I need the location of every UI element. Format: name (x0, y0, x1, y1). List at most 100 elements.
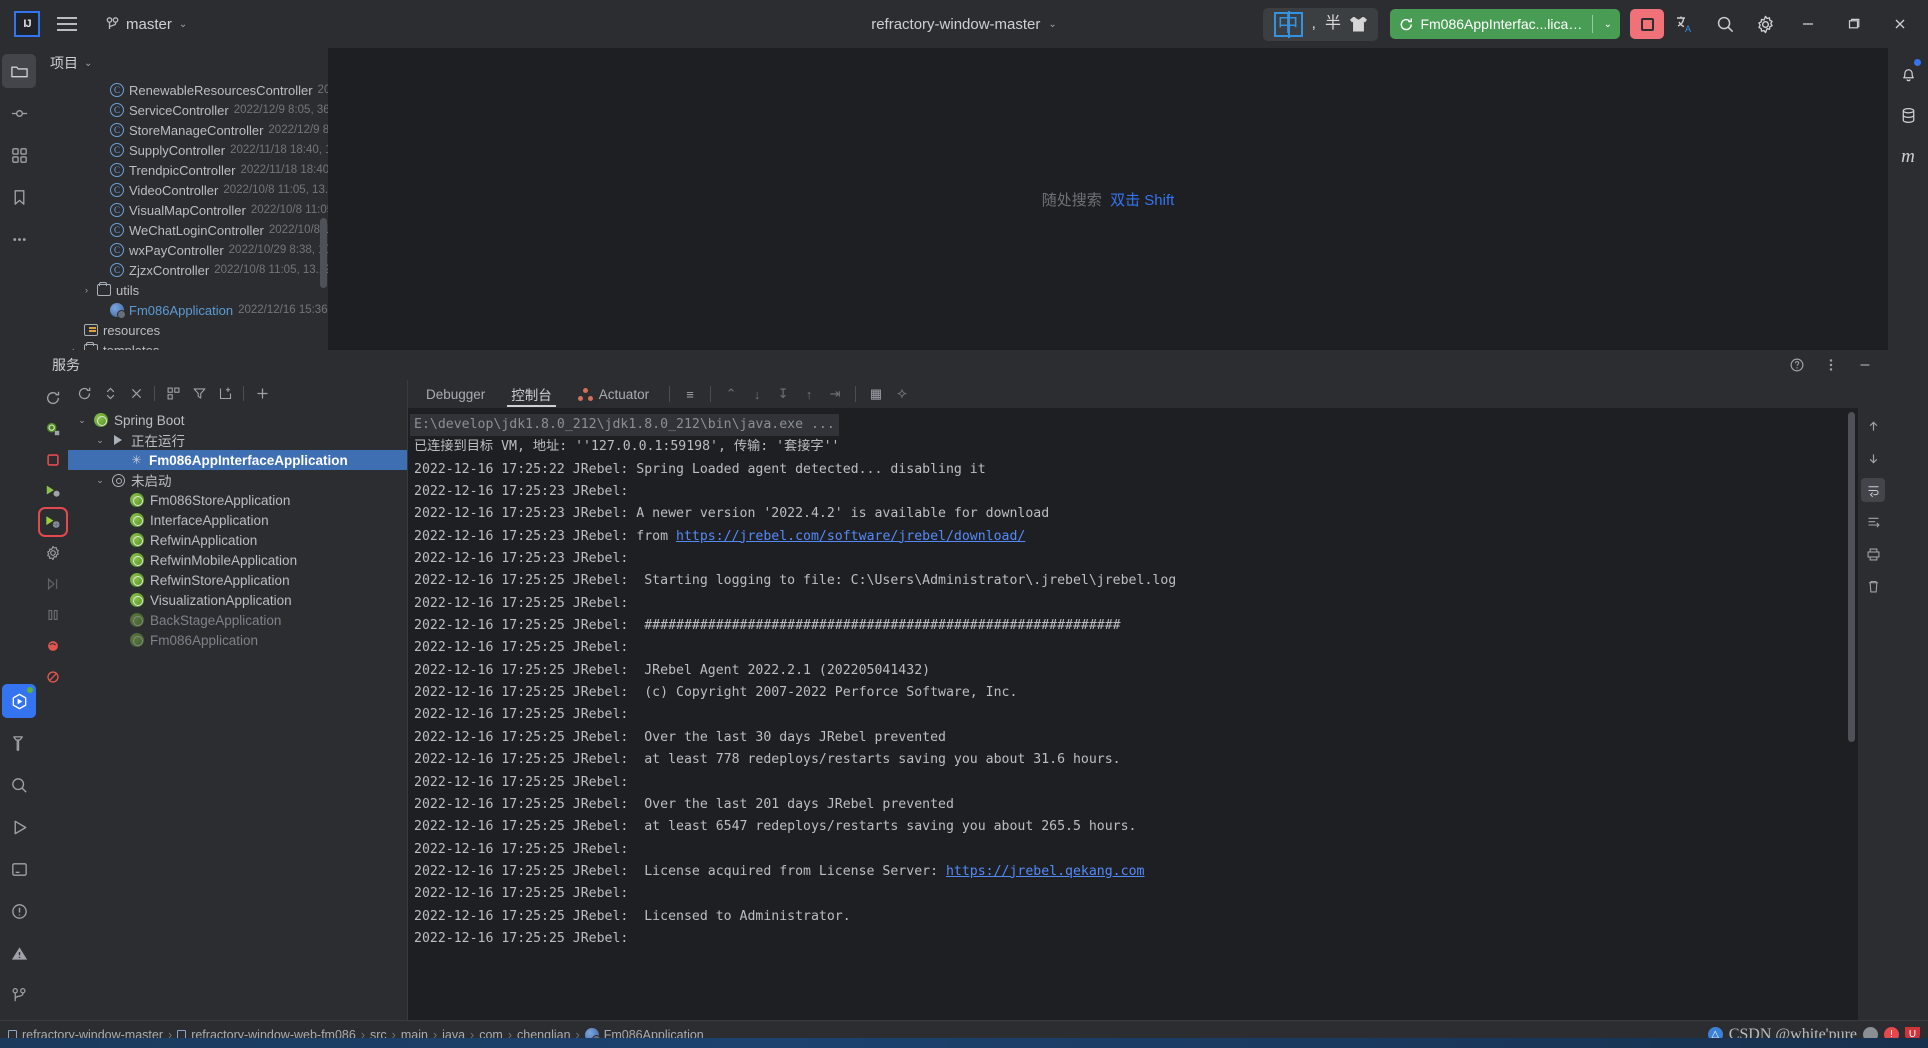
main-menu-icon[interactable] (50, 7, 84, 41)
console-tab[interactable]: Debugger (414, 381, 497, 407)
add-icon[interactable] (250, 382, 274, 404)
menu-icon[interactable]: ≡ (678, 382, 702, 406)
chevron-right-icon[interactable] (94, 125, 105, 136)
search-icon[interactable] (1706, 5, 1744, 43)
ime-halfwidth-icon[interactable]: 半 (1325, 16, 1341, 32)
console-tab[interactable]: Actuator (566, 381, 661, 407)
sidebar-item-git[interactable] (2, 978, 36, 1012)
bean-icon[interactable] (41, 634, 65, 658)
chevron-right-icon[interactable] (94, 105, 105, 116)
services-tree-item[interactable]: VisualizationApplication (68, 590, 407, 610)
project-tree-item[interactable]: CwxPayController 2022/10/29 8:38, 10.9 kB (38, 240, 328, 260)
chevron-down-icon[interactable]: ⌄ (94, 435, 106, 446)
services-tree-item[interactable]: BackStageApplication (68, 610, 407, 630)
project-tree-item[interactable]: C VideoController 2022/10/8 11:05, 13.77 k… (38, 180, 328, 200)
project-tree-item[interactable]: C ServiceController 2022/12/9 8:05, 36.83 … (38, 100, 328, 120)
project-tree-item[interactable]: C RenewableResourcesController 2022/1 (38, 80, 328, 100)
run-to-cursor-icon[interactable]: ⇥ (823, 382, 847, 406)
scroll-down-icon[interactable] (1861, 446, 1885, 470)
new-tab-icon[interactable] (213, 382, 237, 404)
evaluate-icon[interactable]: ▦ (864, 382, 888, 406)
chevron-right-icon[interactable]: › (68, 345, 79, 350)
sidebar-item-commit[interactable] (2, 96, 36, 130)
intellij-logo-icon[interactable]: IJ (14, 11, 40, 37)
sidebar-item-problems[interactable] (2, 894, 36, 928)
sidebar-item-terminal[interactable] (2, 852, 36, 886)
project-tree-item[interactable]: C ZjzxController 2022/10/8 11:05, 13.19 kB (38, 260, 328, 280)
services-tree-item[interactable]: ⌄ 正在运行 (68, 430, 407, 450)
chevron-right-icon[interactable] (94, 185, 105, 196)
chevron-right-icon[interactable] (94, 85, 105, 96)
chevron-right-icon[interactable] (94, 205, 105, 216)
chevron-right-icon[interactable]: › (81, 285, 92, 296)
jrebel-debug-icon[interactable] (38, 507, 68, 537)
sidebar-item-warnings[interactable] (2, 936, 36, 970)
console-scrollbar[interactable] (1845, 408, 1858, 1020)
services-tree-item[interactable]: RefwinStoreApplication (68, 570, 407, 590)
group-icon[interactable] (161, 382, 185, 404)
stop-icon[interactable] (41, 448, 65, 472)
pause-icon[interactable] (41, 603, 65, 627)
chevron-right-icon[interactable] (94, 245, 105, 256)
notifications-icon[interactable] (1891, 56, 1925, 90)
chevron-right-icon[interactable] (94, 225, 105, 236)
sidebar-item-bookmarks[interactable] (2, 180, 36, 214)
minimize-panel-icon[interactable] (1852, 353, 1878, 377)
chevron-right-icon[interactable] (94, 145, 105, 156)
sidebar-item-project[interactable] (2, 54, 36, 88)
services-tree-item[interactable]: RefwinApplication (68, 530, 407, 550)
ime-skin-icon[interactable] (1350, 16, 1367, 32)
services-tree-item[interactable]: Fm086Application (68, 630, 407, 650)
sidebar-item-services[interactable] (2, 684, 36, 718)
maximize-button[interactable] (1832, 2, 1876, 46)
project-tree-item[interactable]: C StoreManageController 2022/12/9 8:05, (38, 120, 328, 140)
services-tree[interactable]: ⌄ Spring Boot ⌄ 正在运行 ✳ Fm086AppInterfaceAppli… (68, 406, 407, 1020)
rerun-icon[interactable] (41, 386, 65, 410)
ime-floating-bar[interactable]: 中 , 半 (1262, 7, 1378, 41)
services-tree-item[interactable]: ✳ Fm086AppInterfaceApplication (68, 450, 407, 470)
chevron-right-icon[interactable] (94, 165, 105, 176)
step-over-icon[interactable] (41, 572, 65, 596)
chevron-down-icon[interactable]: ⌄ (76, 415, 88, 426)
scroll-to-end-icon[interactable] (1861, 510, 1885, 534)
scroll-up-icon[interactable] (1861, 414, 1885, 438)
disable-icon[interactable] (41, 665, 65, 689)
sidebar-item-run[interactable] (2, 810, 36, 844)
filter-icon[interactable] (187, 382, 211, 404)
ime-chinese-icon[interactable]: 中 (1273, 10, 1303, 38)
soft-wrap-icon[interactable] (1861, 478, 1885, 502)
services-tree-item[interactable]: ⌄ Spring Boot (68, 410, 407, 430)
settings-icon[interactable] (41, 541, 65, 565)
options-icon[interactable] (1818, 353, 1844, 377)
help-icon[interactable] (1784, 353, 1810, 377)
project-tree-item[interactable]: C VisualMapController 2022/10/8 11:05, 70. (38, 200, 328, 220)
project-tree-item[interactable]: › utils (38, 280, 328, 300)
close-button[interactable] (1878, 2, 1922, 46)
refresh-icon[interactable] (72, 382, 96, 404)
services-tree-item[interactable]: RefwinMobileApplication (68, 550, 407, 570)
project-tree-item[interactable]: Fm086Application 2022/12/16 15:36, 1.22 k… (38, 300, 328, 320)
chevron-down-icon[interactable]: ⌄ (1600, 19, 1616, 30)
console-tab[interactable]: 控制台 (499, 381, 564, 407)
rerun-soft-icon[interactable]: ⌃ (719, 382, 743, 406)
settings-icon[interactable] (1746, 5, 1784, 43)
console-scrollbar-thumb[interactable] (1848, 412, 1855, 742)
sidebar-item-structure[interactable] (2, 138, 36, 172)
chevron-down-icon[interactable]: ⌄ (94, 475, 106, 486)
project-scrollbar-thumb[interactable] (320, 218, 327, 288)
step-into-icon[interactable]: ↓ (745, 382, 769, 406)
debug-icon[interactable] (41, 479, 65, 503)
project-panel-header[interactable]: 项目 ⌄ (38, 48, 328, 78)
sidebar-item-build[interactable] (2, 726, 36, 760)
git-branch-selector[interactable]: master ⌄ (98, 12, 195, 37)
services-tree-item[interactable]: ⌄ 未启动 (68, 470, 407, 490)
print-icon[interactable] (1861, 542, 1885, 566)
step-out-icon[interactable]: ↑ (797, 382, 821, 406)
close-icon[interactable] (124, 382, 148, 404)
console-link[interactable]: https://jrebel.com/software/jrebel/downl… (676, 529, 1025, 544)
maven-icon[interactable]: m (1891, 140, 1925, 174)
services-tree-item[interactable]: InterfaceApplication (68, 510, 407, 530)
sidebar-item-more[interactable] (2, 222, 36, 256)
trash-icon[interactable] (1861, 574, 1885, 598)
chevron-right-icon[interactable] (94, 265, 105, 276)
